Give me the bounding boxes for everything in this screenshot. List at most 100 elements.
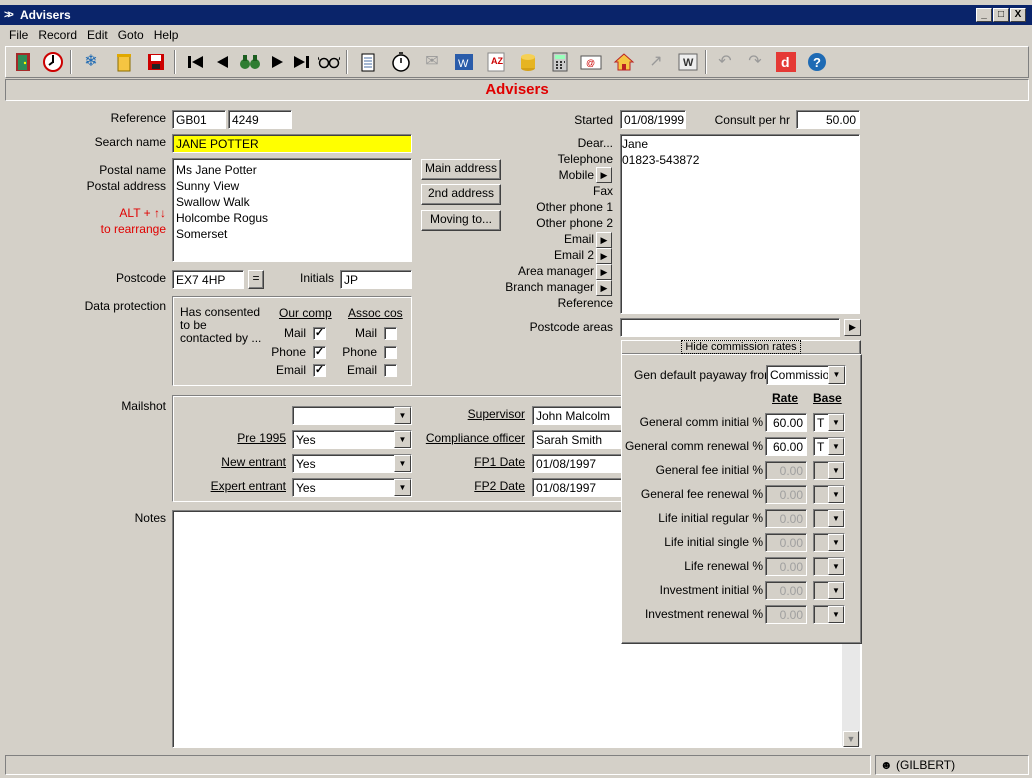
supervisor-label: Supervisor [467,407,525,421]
area-manager-arrow-button[interactable]: ▶ [596,264,612,280]
assoc-mail-checkbox[interactable] [384,327,397,340]
commission-rate-input[interactable]: 0.00 [765,605,807,624]
commission-row-label: Investment initial % [659,583,763,597]
search-name-input[interactable]: JANE POTTER [172,134,412,153]
fp1-date-input[interactable]: 01/08/1997 [532,454,622,473]
close-button[interactable]: X [1010,8,1026,22]
new-entrant-dropdown-icon[interactable]: ▼ [394,455,411,472]
branch-manager-arrow-button[interactable]: ▶ [596,280,612,296]
commission-rate-input[interactable]: 60.00 [765,413,807,432]
menu-file[interactable]: File [4,26,33,44]
reference-number-input[interactable]: 4249 [228,110,292,129]
stopwatch-icon[interactable] [389,51,413,73]
initials-input[interactable]: JP [340,270,412,289]
base-dropdown-icon[interactable]: ▼ [828,438,844,455]
base-dropdown-icon[interactable]: ▼ [828,462,844,479]
postal-address-label: Postal address [86,179,166,193]
menu-record[interactable]: Record [33,26,82,44]
commission-rate-input[interactable]: 0.00 [765,581,807,600]
chart-icon[interactable]: ↗ [644,51,668,73]
hide-commission-rates-button[interactable]: Hide commission rates [621,340,861,355]
our-phone-checkbox[interactable]: ✓ [313,346,326,359]
contact-details-box[interactable]: Jane 01823-543872 [620,134,860,314]
postcode-areas-input[interactable] [620,318,840,337]
postal-address-textarea[interactable]: Ms Jane Potter Sunny View Swallow Walk H… [172,158,412,262]
email-icon[interactable]: @ [579,51,603,73]
mobile-arrow-button[interactable]: ▶ [596,167,612,183]
reference-code-input[interactable]: GB01 [172,110,226,129]
commission-rate-input[interactable]: 0.00 [765,509,807,528]
user-icon: ☻ [880,758,893,772]
main-address-button[interactable]: Main address [421,159,501,180]
save-icon[interactable] [144,51,168,73]
commission-row-label: General fee initial % [655,463,763,477]
postcode-lookup-button[interactable]: = [248,270,264,289]
svg-text:d: d [781,54,790,70]
commission-rate-input[interactable]: 0.00 [765,461,807,480]
menu-edit[interactable]: Edit [82,26,113,44]
consult-input[interactable]: 50.00 [796,110,860,129]
commission-rate-input[interactable]: 0.00 [765,557,807,576]
compliance-officer-input[interactable]: Sarah Smith [532,430,622,449]
postcode-input[interactable]: EX7 4HP [172,270,244,289]
status-user-panel: ☻ (GILBERT) [875,755,1029,775]
base-dropdown-icon[interactable]: ▼ [828,486,844,503]
fp2-date-input[interactable]: 01/08/1997 [532,478,622,497]
maximize-button[interactable]: □ [993,8,1009,22]
assoc-phone-checkbox[interactable] [384,346,397,359]
rearrange-hint: ALT + ↑↓ [119,206,166,220]
menu-goto[interactable]: Goto [113,26,149,44]
notepad-icon[interactable] [356,51,380,73]
first-record-icon[interactable] [184,51,208,73]
glasses-icon[interactable] [317,51,341,73]
moving-to-button[interactable]: Moving to... [421,210,501,231]
mailshot-dropdown-icon[interactable]: ▼ [394,407,411,424]
started-input[interactable]: 01/08/1999 [620,110,686,129]
redo-icon[interactable]: ↷ [743,51,767,73]
base-dropdown-icon[interactable]: ▼ [828,534,844,551]
supervisor-input[interactable]: John Malcolm [532,406,622,425]
scroll-down-icon[interactable]: ▼ [843,731,859,747]
email-arrow-button[interactable]: ▶ [596,232,612,248]
papers-icon[interactable]: ✉ [420,51,444,73]
undo-icon[interactable]: ↶ [713,51,737,73]
next-record-icon[interactable] [266,51,290,73]
commission-rate-input[interactable]: 0.00 [765,533,807,552]
second-address-button[interactable]: 2nd address [421,184,501,205]
menu-help[interactable]: Help [149,26,184,44]
our-mail-checkbox[interactable]: ✓ [313,327,326,340]
reference-contact-label: Reference [557,296,613,310]
base-dropdown-icon[interactable]: ▼ [828,510,844,527]
word-icon[interactable]: W [452,51,476,73]
find-icon[interactable] [238,51,262,73]
postcode-areas-button[interactable]: ▶ [844,319,861,336]
exit-door-icon[interactable] [11,51,35,73]
previous-record-icon[interactable] [210,51,234,73]
base-dropdown-icon[interactable]: ▼ [828,606,844,623]
payaway-dropdown-icon[interactable]: ▼ [828,366,845,384]
coins-icon[interactable] [516,51,540,73]
last-record-icon[interactable] [289,51,313,73]
expert-entrant-dropdown-icon[interactable]: ▼ [394,479,411,496]
commission-rate-input[interactable]: 0.00 [765,485,807,504]
help-icon[interactable]: ? [805,51,829,73]
our-email-label: Email [275,363,306,377]
house-icon[interactable] [612,51,636,73]
notes-label: Notes [134,511,166,525]
base-dropdown-icon[interactable]: ▼ [828,558,844,575]
pre1995-dropdown-icon[interactable]: ▼ [394,431,411,448]
sort-icon[interactable]: AZ [484,51,508,73]
assoc-email-checkbox[interactable] [384,364,397,377]
minimize-button[interactable]: _ [976,8,992,22]
base-dropdown-icon[interactable]: ▼ [828,414,844,431]
snowflake-icon[interactable]: ❄ [79,51,103,73]
email2-arrow-button[interactable]: ▶ [596,248,612,264]
calculator-icon[interactable] [548,51,572,73]
d-logo-icon[interactable]: d [774,51,798,73]
trash-icon[interactable] [112,51,136,73]
power-icon[interactable] [41,51,65,73]
our-email-checkbox[interactable]: ✓ [313,364,326,377]
commission-rate-input[interactable]: 60.00 [765,437,807,456]
base-dropdown-icon[interactable]: ▼ [828,582,844,599]
words-icon[interactable]: W [676,51,700,73]
